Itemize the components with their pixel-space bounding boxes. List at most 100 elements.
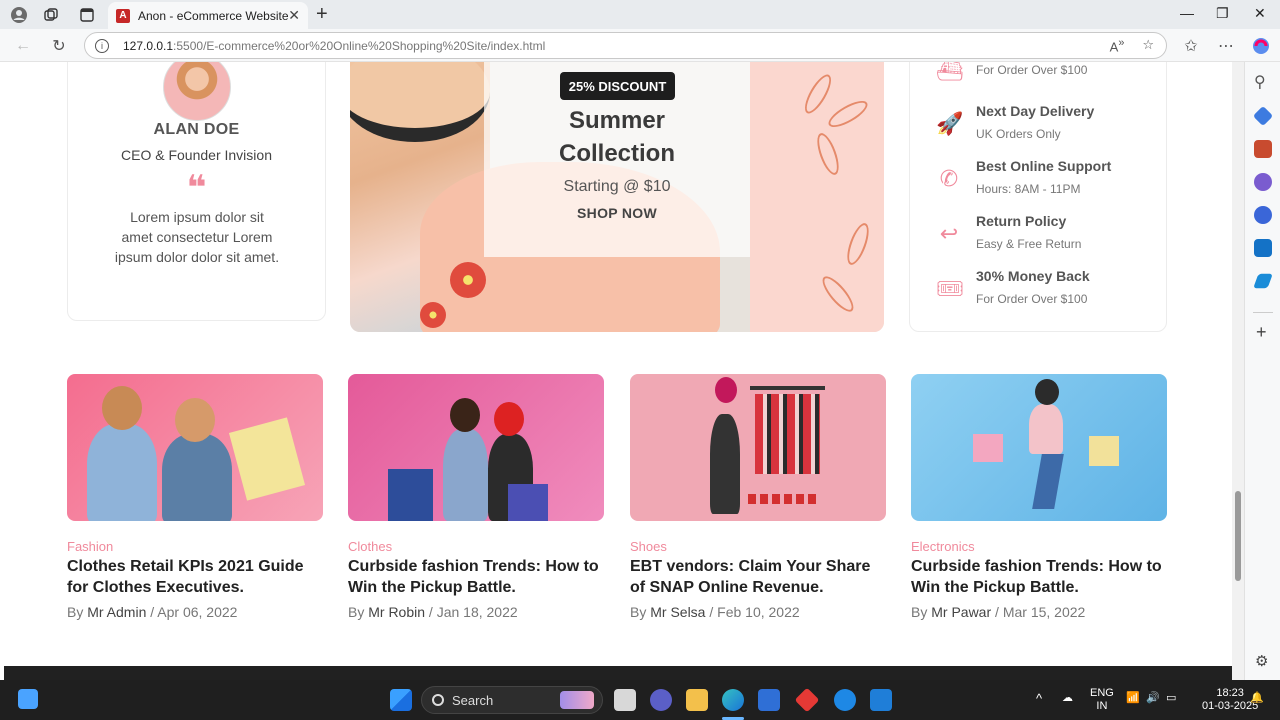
show-hidden-icons-icon[interactable]: ^	[1036, 692, 1042, 705]
file-explorer-icon[interactable]	[686, 689, 708, 711]
blog-image[interactable]	[67, 374, 323, 521]
teams-chat-icon[interactable]	[650, 689, 672, 711]
shopping-tag-icon[interactable]	[1252, 105, 1274, 127]
footer-top-edge	[4, 666, 1232, 680]
task-view-icon[interactable]	[614, 689, 636, 711]
shopping-bag	[508, 484, 548, 521]
battery-icon[interactable]: ▭	[1166, 692, 1176, 705]
vscode-icon[interactable]	[870, 689, 892, 711]
service-item[interactable]: ✆ Best Online Support Hours: 8AM - 11PM	[910, 158, 1168, 208]
copilot-icon[interactable]	[1250, 35, 1272, 57]
blog-author[interactable]: Mr Admin	[87, 604, 146, 620]
tab-active[interactable]: A Anon - eCommerce Website ✕	[108, 2, 308, 29]
microsoft-store-icon[interactable]	[758, 689, 780, 711]
language-indicator[interactable]: ENG IN	[1090, 687, 1114, 713]
flower-decoration	[420, 302, 446, 328]
service-subtitle: Easy & Free Return	[976, 237, 1082, 251]
app-icon[interactable]	[794, 687, 820, 713]
blog-author[interactable]: Mr Selsa	[650, 604, 705, 620]
blog-title[interactable]: EBT vendors: Claim Your Share of SNAP On…	[630, 556, 886, 598]
service-item[interactable]: 🚀 Next Day Delivery UK Orders Only	[910, 103, 1168, 153]
blog-date: Jan 18, 2022	[436, 604, 518, 620]
workspaces-icon[interactable]	[40, 4, 62, 26]
blog-image[interactable]	[911, 374, 1167, 521]
phone-icon: ✆	[939, 166, 959, 191]
favorites-icon[interactable]: ✩	[1180, 35, 1202, 57]
service-subtitle: UK Orders Only	[976, 127, 1061, 141]
volume-icon[interactable]: 🔊	[1146, 692, 1160, 705]
page-scrollbar[interactable]	[1232, 62, 1244, 680]
service-title: Best Online Support	[976, 158, 1112, 174]
rocket-icon: 🚀	[936, 111, 964, 136]
add-icon[interactable]: +	[1256, 322, 1267, 343]
service-item[interactable]: 🎟 30% Money Back For Order Over $100	[910, 268, 1168, 318]
settings-gear-icon[interactable]: ⚙	[1255, 652, 1268, 670]
send-icon[interactable]	[1253, 273, 1273, 289]
profile-icon[interactable]	[8, 4, 30, 26]
blog-title[interactable]: Curbside fashion Trends: How to Win the …	[348, 556, 604, 598]
minimize-icon[interactable]: —	[1180, 5, 1194, 21]
summer-collection-banner[interactable]: 25% DISCOUNT Summer Collection Starting …	[350, 62, 884, 332]
testimonial-name: ALAN DOE	[153, 121, 240, 138]
blog-date: Mar 15, 2022	[1002, 604, 1086, 620]
refresh-icon[interactable]: ↻	[48, 35, 70, 57]
app-icon[interactable]	[834, 689, 856, 711]
onedrive-icon[interactable]: ☁	[1062, 692, 1073, 705]
blog-author[interactable]: Mr Pawar	[931, 604, 991, 620]
banner-title-line2: Collection	[558, 140, 675, 167]
wifi-icon[interactable]: 📶	[1126, 692, 1140, 705]
service-title: 30% Money Back	[976, 268, 1090, 284]
service-item[interactable]: ↩ Return Policy Easy & Free Return	[910, 213, 1168, 263]
new-tab-icon[interactable]: +	[316, 4, 328, 24]
language-top: ENG	[1090, 687, 1114, 699]
blog-meta: By Mr Selsa / Feb 10, 2022	[630, 604, 800, 620]
blog-date: Feb 10, 2022	[717, 604, 800, 620]
blog-author[interactable]: Mr Robin	[368, 604, 425, 620]
blog-category[interactable]: Fashion	[67, 539, 323, 554]
sidebar-divider	[1253, 312, 1273, 313]
shop-now-button[interactable]: SHOP NOW	[350, 205, 884, 221]
site-info-icon[interactable]: i	[95, 38, 109, 53]
service-subtitle: For Order Over $100	[976, 63, 1088, 77]
search-icon[interactable]: ⚲	[1254, 72, 1266, 92]
outlook-icon[interactable]	[1254, 239, 1272, 257]
scrollbar-thumb[interactable]	[1235, 491, 1241, 581]
blog-card[interactable]: Electronics Curbside fashion Trends: How…	[911, 374, 1167, 620]
back-icon[interactable]: ←	[12, 35, 34, 57]
person-head	[450, 398, 480, 432]
blog-category[interactable]: Electronics	[911, 539, 1167, 554]
blog-title[interactable]: Clothes Retail KPIs 2021 Guide for Cloth…	[67, 556, 323, 598]
service-item[interactable]: ⛴ For Order Over $100	[910, 62, 1168, 99]
microsoft-365-icon[interactable]	[1254, 206, 1272, 224]
windows-start-icon[interactable]	[390, 689, 412, 711]
blog-card[interactable]: Fashion Clothes Retail KPIs 2021 Guide f…	[67, 374, 323, 620]
blog-image[interactable]	[630, 374, 886, 521]
blog-category[interactable]: Clothes	[348, 539, 604, 554]
person-head	[715, 377, 737, 403]
notification-bell-icon[interactable]: 🔔	[1250, 692, 1264, 705]
maximize-icon[interactable]: ❐	[1216, 5, 1229, 22]
clothes-rack	[750, 386, 825, 390]
blog-category[interactable]: Shoes	[630, 539, 886, 554]
service-subtitle: Hours: 8AM - 11PM	[976, 182, 1081, 196]
tab-actions-icon[interactable]	[76, 4, 98, 26]
blog-title[interactable]: Curbside fashion Trends: How to Win the …	[911, 556, 1167, 598]
blog-card[interactable]: Clothes Curbside fashion Trends: How to …	[348, 374, 604, 620]
close-window-icon[interactable]: ✕	[1254, 5, 1266, 22]
by-label: By	[911, 604, 928, 620]
games-icon[interactable]	[1254, 173, 1272, 191]
address-bar[interactable]: i 127.0.0.1:5500/E-commerce%20or%20Onlin…	[84, 32, 1167, 59]
edge-browser-icon[interactable]	[722, 689, 744, 711]
widgets-icon[interactable]	[18, 689, 38, 709]
close-tab-icon[interactable]: ✕	[288, 7, 300, 24]
blog-image[interactable]	[348, 374, 604, 521]
favorite-star-icon[interactable]: ☆	[1142, 37, 1154, 54]
by-label: By	[67, 604, 84, 620]
blog-card[interactable]: Shoes EBT vendors: Claim Your Share of S…	[630, 374, 886, 620]
tools-icon[interactable]	[1254, 140, 1272, 158]
more-menu-icon[interactable]: ⋯	[1215, 35, 1237, 57]
read-aloud-icon[interactable]: A»	[1110, 37, 1125, 54]
testimonial-role: CEO & Founder Invision	[121, 147, 272, 163]
blog-section: Fashion Clothes Retail KPIs 2021 Guide f…	[67, 374, 1167, 634]
taskbar-search-input[interactable]: Search	[421, 686, 603, 714]
